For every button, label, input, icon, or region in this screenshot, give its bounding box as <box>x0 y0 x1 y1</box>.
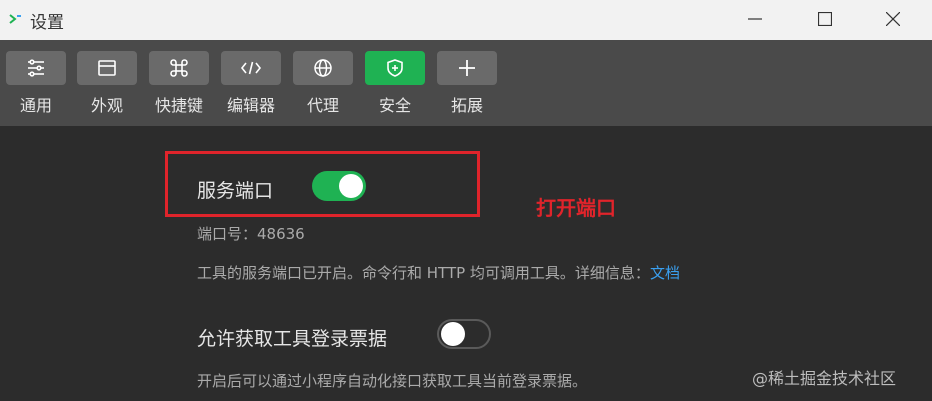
title-bar: 设置 <box>0 0 932 40</box>
minimize-button[interactable] <box>732 0 778 38</box>
tab-extensions[interactable]: 拓展 <box>436 51 498 116</box>
globe-icon <box>314 59 332 77</box>
port-number-text: 端口号：48636 <box>197 225 305 243</box>
tab-editor-label: 编辑器 <box>226 96 275 115</box>
minimize-icon <box>748 18 762 20</box>
tab-general[interactable]: 通用 <box>5 51 67 116</box>
watermark: @稀土掘金技术社区 <box>752 369 897 388</box>
maximize-button[interactable] <box>802 0 848 38</box>
window-title: 设置 <box>30 13 64 33</box>
tab-proxy-button[interactable] <box>293 51 353 85</box>
toggle-knob <box>339 174 363 198</box>
tab-appearance-label: 外观 <box>90 96 123 115</box>
tab-proxy[interactable]: 代理 <box>292 51 354 116</box>
shield-icon <box>387 59 403 77</box>
tab-shortcuts-label: 快捷键 <box>154 96 203 115</box>
tab-appearance-button[interactable] <box>77 51 137 85</box>
annotation-open-port: 打开端口 <box>536 196 616 220</box>
tab-security[interactable]: 安全 <box>364 51 426 116</box>
service-port-description: 工具的服务端口已开启。命令行和 HTTP 均可调用工具。详细信息：文档 <box>197 262 680 283</box>
tab-extensions-button[interactable] <box>437 51 497 85</box>
service-port-label: 服务端口 <box>197 180 274 202</box>
toggle-knob <box>441 322 465 346</box>
plus-icon <box>459 60 475 76</box>
tab-proxy-label: 代理 <box>306 96 339 115</box>
app-logo-icon <box>9 14 21 24</box>
login-ticket-toggle[interactable] <box>437 319 491 349</box>
tab-security-label: 安全 <box>378 96 411 115</box>
maximize-icon <box>818 12 832 26</box>
doc-link[interactable]: 文档 <box>650 264 680 282</box>
tab-editor-button[interactable] <box>221 51 281 85</box>
login-ticket-description: 开启后可以通过小程序自动化接口获取工具当前登录票据。 <box>197 372 588 390</box>
service-port-toggle[interactable] <box>312 171 366 201</box>
tab-shortcuts[interactable]: 快捷键 <box>148 51 210 116</box>
command-icon <box>170 59 188 77</box>
tab-general-button[interactable] <box>6 51 66 85</box>
tab-editor[interactable]: 编辑器 <box>220 51 282 116</box>
login-ticket-label: 允许获取工具登录票据 <box>197 328 388 350</box>
tab-general-label: 通用 <box>19 96 52 115</box>
close-icon <box>886 12 900 26</box>
code-icon <box>240 61 262 75</box>
service-port-description-text: 工具的服务端口已开启。命令行和 HTTP 均可调用工具。详细信息： <box>197 264 650 282</box>
security-settings-panel: 服务端口 打开端口 端口号：48636 工具的服务端口已开启。命令行和 HTTP… <box>0 126 932 401</box>
close-button[interactable] <box>870 0 916 38</box>
sliders-icon <box>28 59 44 77</box>
settings-toolbar: 通用 外观 快捷键 编辑器 代理 安全 拓展 <box>0 40 932 126</box>
tab-appearance[interactable]: 外观 <box>76 51 138 116</box>
tab-extensions-label: 拓展 <box>450 96 483 115</box>
tab-security-button[interactable] <box>365 51 425 85</box>
window-icon <box>98 60 116 76</box>
tab-shortcuts-button[interactable] <box>149 51 209 85</box>
